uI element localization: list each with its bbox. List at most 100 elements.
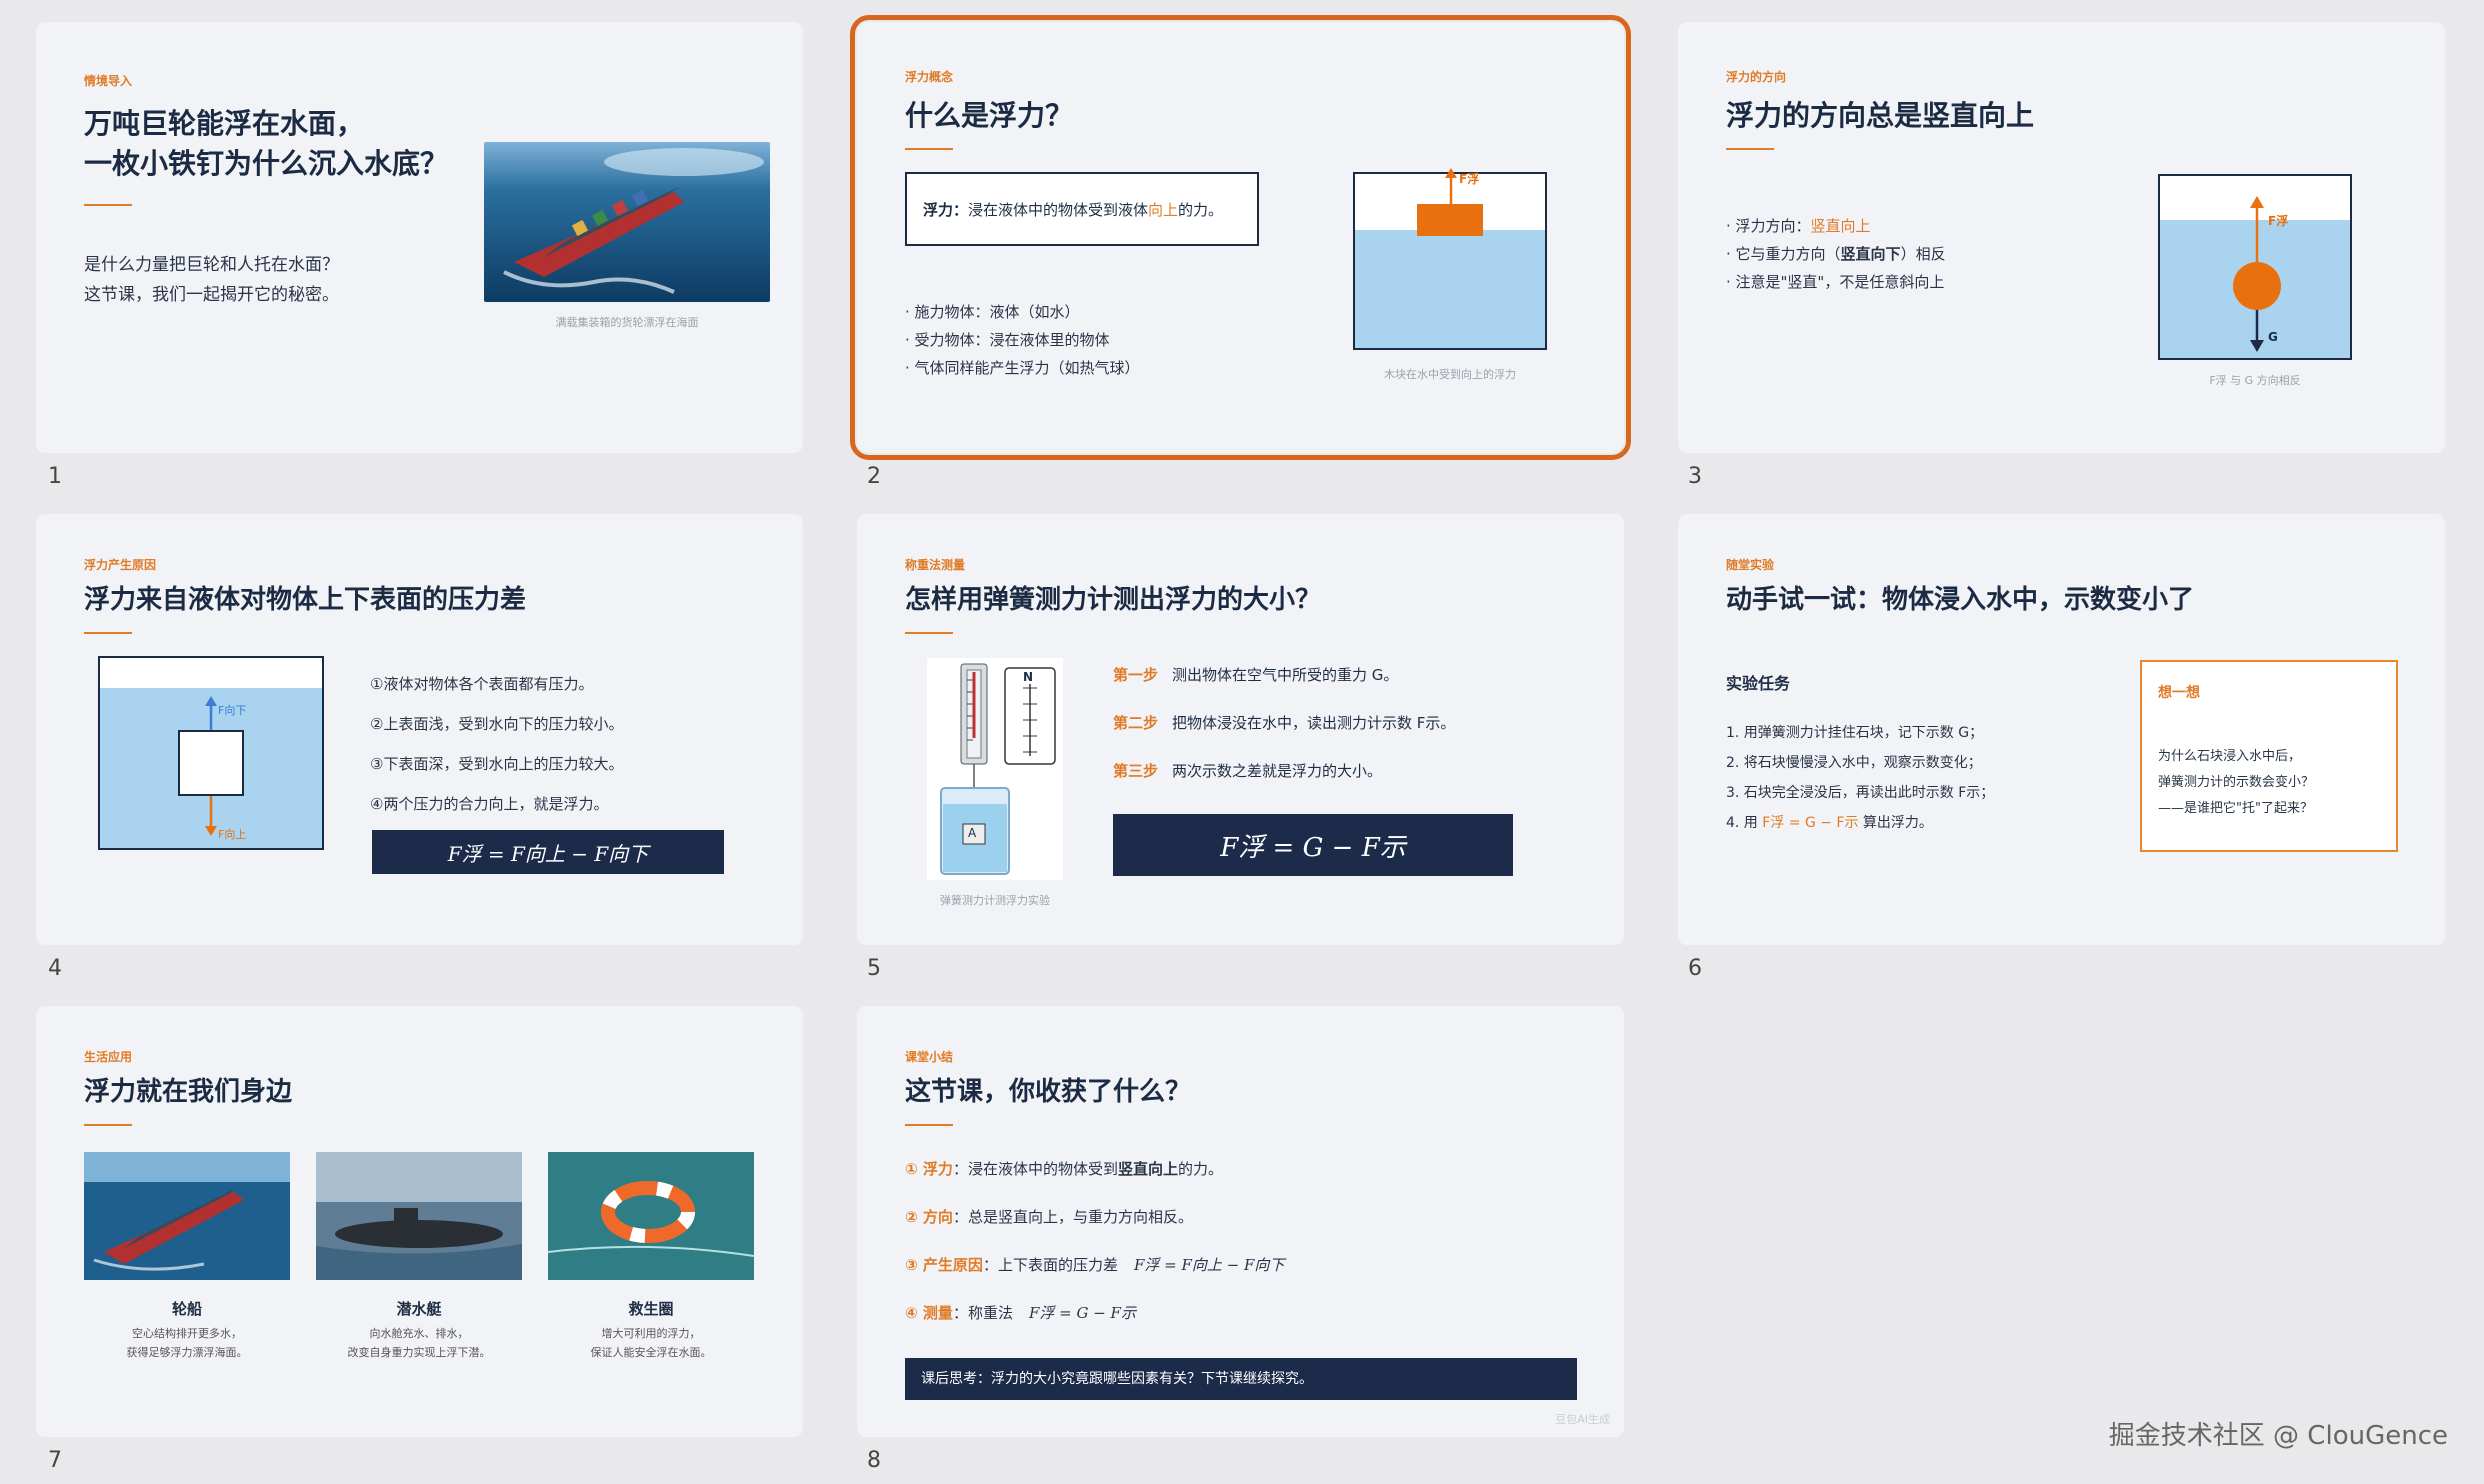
slide-5[interactable]: 称重法测量 怎样用弹簧测力计测出浮力的大小？ N A 弹簧测力计测浮力实验 第一… <box>857 514 1624 945</box>
slide-6[interactable]: 随堂实验 动手试一试：物体浸入水中，示数变小了 实验任务 1. 用弹簧测力计挂住… <box>1678 514 2445 945</box>
accent-rule <box>84 632 132 634</box>
application-card-submarine: 潜水艇 向水舱充水、排水， 改变自身重力实现上浮下潜。 <box>316 1152 522 1360</box>
buoyancy-tank-diagram: F浮 <box>1353 168 1547 350</box>
explanation-item: ③下表面深，受到水向上的压力较大。 <box>370 755 624 773</box>
think-title: 想一想 <box>2158 685 2200 701</box>
slide-2[interactable]: 浮力概念 什么是浮力？ 浮力： 浸在液体中的物体受到液体 向上 的力。 · 施力… <box>850 15 1631 460</box>
summary-formula: F浮 = G − F示 <box>1028 1304 1136 1322</box>
summary-formula: F浮 = F向上 − F向下 <box>1133 1256 1285 1274</box>
slide-3[interactable]: 浮力的方向 浮力的方向总是竖直向上 · 浮力方向：竖直向上 · 它与重力方向（竖… <box>1678 22 2445 453</box>
watermark: 掘金技术社区 @ ClouGence <box>2108 1421 2448 1451</box>
bullet-item: · 它与重力方向（竖直向下）相反 <box>1726 240 1946 268</box>
definition-highlight: 向上 <box>1148 200 1179 219</box>
accent-rule <box>84 1124 132 1126</box>
summary-item: ② 方向：总是竖直向上，与重力方向相反。 <box>905 1206 1284 1254</box>
slide-number: 2 <box>867 464 881 489</box>
slide-number: 4 <box>48 956 62 981</box>
card-desc: 向水舱充水、排水， <box>369 1327 469 1340</box>
slide-number: 7 <box>48 1448 62 1473</box>
card-desc: 空心结构排开更多水， <box>132 1327 242 1340</box>
step-item: 第一步 测出物体在空气中所受的重力 G。 <box>1113 664 1455 712</box>
task-item: 2. 将石块慢慢浸入水中，观察示数变化； <box>1726 755 1982 771</box>
lifebuoy-photo <box>548 1152 754 1280</box>
explanation-item: ①液体对物体各个表面都有压力。 <box>370 675 594 693</box>
slide-body: 是什么力量把巨轮和人托在水面？ 这节课，我们一起揭开它的秘密。 <box>84 250 339 310</box>
summary-text: ：称重法 <box>952 1304 1013 1322</box>
summary-text: ：总是竖直向上，与重力方向相反。 <box>952 1208 1193 1226</box>
bullet-item: · 气体同样能产生浮力（如热气球） <box>905 359 1140 377</box>
slide-tag: 浮力产生原因 <box>84 558 157 572</box>
forces-icon <box>2233 196 2281 352</box>
illustration-caption: 弹簧测力计测浮力实验 <box>940 894 1050 907</box>
bullet-item: · 受力物体：浸在液体里的物体 <box>905 331 1110 349</box>
bullet-text: · 它与重力方向（ <box>1726 245 1841 263</box>
step-label: 第一步 <box>1113 666 1159 684</box>
summary-text: ：上下表面的压力差 <box>982 1256 1118 1274</box>
task-item: 4. 用 F浮 = G − F示 算出浮力。 <box>1726 808 1994 838</box>
card-desc: 改变自身重力实现上浮下潜。 <box>347 1346 491 1359</box>
slide-number: 8 <box>867 1448 881 1473</box>
card-title: 潜水艇 <box>396 1300 442 1318</box>
slide-number: 6 <box>1688 956 1702 981</box>
slide-number: 5 <box>867 956 881 981</box>
step-text: 测出物体在空气中所受的重力 G。 <box>1172 666 1399 684</box>
slide-tag: 情境导入 <box>84 74 133 88</box>
step-item: 第三步 两次示数之差就是浮力的大小。 <box>1113 760 1455 808</box>
pressure-difference-diagram: F向下 F向上 <box>98 656 324 850</box>
up-label: F浮 <box>2268 214 2289 228</box>
slide-tag: 生活应用 <box>84 1050 133 1064</box>
think-text: 为什么石块浸入水中后， 弹簧测力计的示数会变小？ ——是谁把它"托"了起来？ <box>2158 744 2314 822</box>
accent-rule <box>84 204 132 206</box>
diagram-caption: F浮 与 G 方向相反 <box>2209 374 2301 387</box>
bullet-item: · 浮力方向：竖直向上 <box>1726 212 1946 240</box>
slide-1[interactable]: 情境导入 万吨巨轮能浮在水面， 一枚小铁钉为什么沉入水底？ 是什么力量把巨轮和人… <box>36 22 803 453</box>
slide-title: 浮力就在我们身边 <box>84 1077 293 1107</box>
cargo-ship-photo <box>484 142 770 302</box>
task-item: 1. 用弹簧测力计挂住石块，记下示数 G； <box>1726 725 1984 741</box>
bullet-list: · 浮力方向：竖直向上 · 它与重力方向（竖直向下）相反 · 注意是"竖直"，不… <box>1726 212 1946 296</box>
slide-7[interactable]: 生活应用 浮力就在我们身边 轮船 空心结构排开更多水， 获得足够浮力漂浮海面。 … <box>36 1006 803 1437</box>
slide-title: 浮力的方向总是竖直向上 <box>1726 99 2035 132</box>
application-card-ship: 轮船 空心结构排开更多水， 获得足够浮力漂浮海面。 <box>84 1152 290 1360</box>
task-formula: F浮 = G − F示 <box>1762 815 1859 831</box>
definition-label: 浮力： <box>923 200 969 219</box>
slide-title: 这节课，你收获了什么？ <box>905 1077 1192 1107</box>
summary-text: ：浸在液体中的物体受到 <box>952 1160 1118 1178</box>
task-text: 算出浮力。 <box>1858 815 1933 831</box>
task-item: 3. 石块完全浸没后，再读出此时示数 F示； <box>1726 785 1995 801</box>
think-line: 弹簧测力计的示数会变小？ <box>2158 775 2315 790</box>
accent-rule <box>905 632 953 634</box>
slide-tag: 课堂小结 <box>905 1050 954 1064</box>
slide-4[interactable]: 浮力产生原因 浮力来自液体对物体上下表面的压力差 F向下 F向上 ①液体对物体各… <box>36 514 803 945</box>
slide-8[interactable]: 课堂小结 这节课，你收获了什么？ ① 浮力：浸在液体中的物体受到竖直向上的力。 … <box>857 1006 1624 1437</box>
bullet-list: · 施力物体：液体（如水） · 受力物体：浸在液体里的物体 · 气体同样能产生浮… <box>905 298 1140 382</box>
slide-number: 1 <box>48 464 62 489</box>
definition-text-end: 的力。 <box>1178 200 1224 219</box>
think-box: 想一想 为什么石块浸入水中后， 弹簧测力计的示数会变小？ ——是谁把它"托"了起… <box>2140 660 2398 852</box>
diagram-caption: 木块在水中受到向上的浮力 <box>1384 368 1516 381</box>
homework-bar: 课后思考：浮力的大小究竟跟哪些因素有关？下节课继续探究。 <box>905 1358 1577 1400</box>
task-text: 4. 用 <box>1726 815 1763 831</box>
slide-number: 3 <box>1688 464 1702 489</box>
pressure-arrows-icon <box>205 696 217 836</box>
summary-item: ③ 产生原因：上下表面的压力差 F浮 = F向上 − F向下 <box>905 1254 1284 1302</box>
card-title: 轮船 <box>171 1300 202 1318</box>
explanation-item: ②上表面浅，受到水向下的压力较小。 <box>370 715 624 733</box>
slide-title: 什么是浮力？ <box>905 99 1074 132</box>
task-list: 1. 用弹簧测力计挂住石块，记下示数 G； 2. 将石块慢慢浸入水中，观察示数变… <box>1726 718 1994 838</box>
card-title: 救生圈 <box>628 1300 674 1318</box>
bullet-text: · 浮力方向： <box>1726 217 1811 235</box>
bullet-text: ）相反 <box>1900 245 1946 263</box>
card-desc: 保证人能安全浮在水面。 <box>590 1346 712 1359</box>
bullet-bold: 竖直向下 <box>1840 245 1901 263</box>
explanation-list: ①液体对物体各个表面都有压力。 ②上表面浅，受到水向下的压力较小。 ③下表面深，… <box>370 664 623 824</box>
summary-text: 的力。 <box>1177 1160 1223 1178</box>
step-text: 两次示数之差就是浮力的大小。 <box>1172 762 1383 780</box>
title-line-2: 一枚小铁钉为什么沉入水底？ <box>84 147 449 180</box>
accent-rule <box>1726 148 1774 150</box>
summary-bold: 竖直向上 <box>1117 1160 1178 1178</box>
arrow-label: F浮 <box>1459 172 1480 186</box>
slide-tag: 称重法测量 <box>905 558 966 572</box>
think-line: ——是谁把它"托"了起来？ <box>2158 801 2313 816</box>
slide-title: 浮力来自液体对物体上下表面的压力差 <box>84 585 527 615</box>
